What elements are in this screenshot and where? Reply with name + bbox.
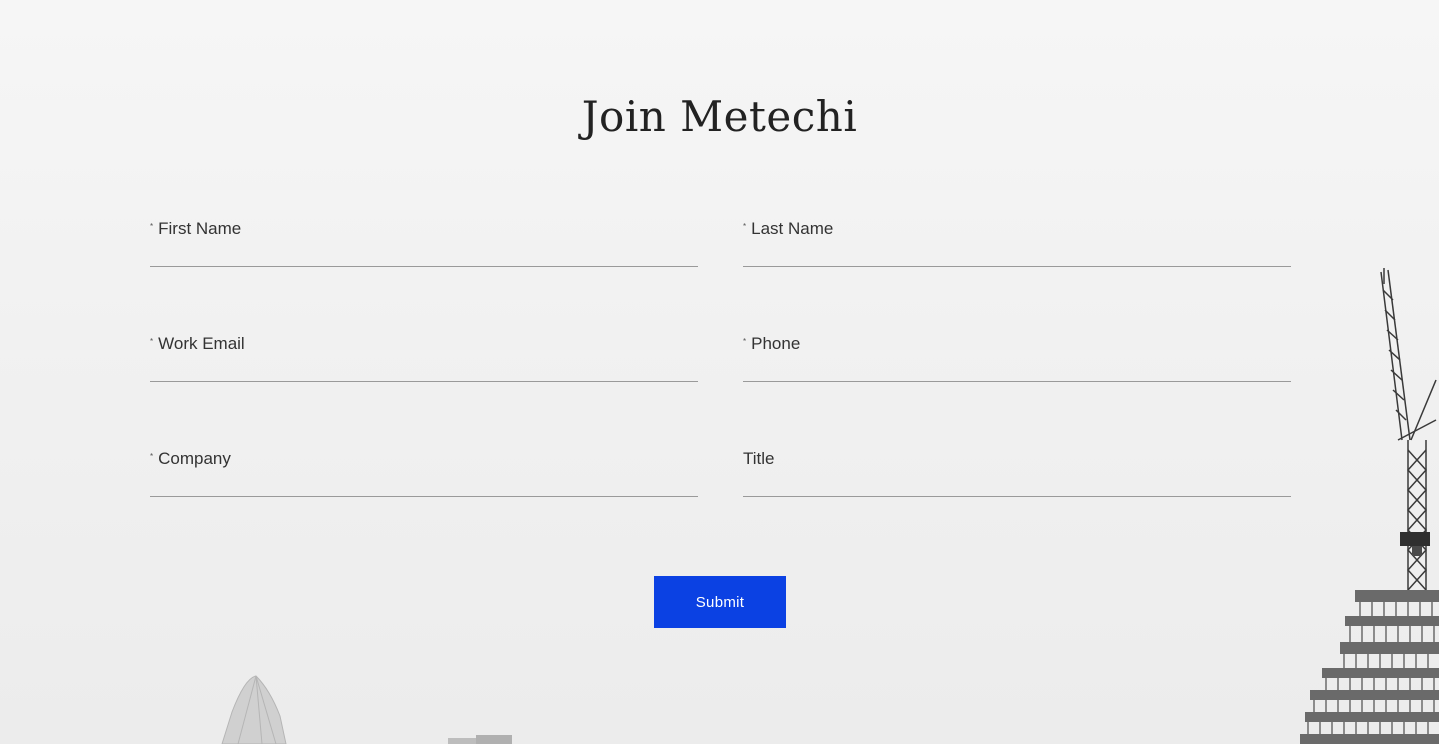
phone-field[interactable]: * Phone [743, 333, 1291, 382]
work-email-input[interactable] [150, 357, 698, 379]
required-marker: * [743, 221, 747, 231]
last-name-field[interactable]: * Last Name [743, 218, 1291, 267]
company-label: * Company [150, 448, 231, 470]
signup-form-page: Join Metechi * First Name * Last Name * … [0, 0, 1439, 744]
required-marker: * [150, 451, 154, 461]
required-marker: * [743, 336, 747, 346]
title-label: Title [743, 448, 775, 470]
first-name-label: * First Name [150, 218, 241, 240]
form-title: Join Metechi [581, 92, 858, 141]
phone-label-text: Phone [751, 334, 801, 353]
first-name-label-text: First Name [158, 219, 242, 238]
title-label-text: Title [743, 449, 775, 468]
submit-button[interactable]: Submit [654, 576, 786, 628]
company-label-text: Company [158, 449, 231, 468]
title-field[interactable]: Title [743, 448, 1291, 497]
first-name-input[interactable] [150, 242, 698, 264]
last-name-label-text: Last Name [751, 219, 834, 238]
company-field[interactable]: * Company [150, 448, 698, 497]
phone-input[interactable] [743, 357, 1291, 379]
first-name-field[interactable]: * First Name [150, 218, 698, 267]
company-input[interactable] [150, 472, 698, 494]
work-email-field[interactable]: * Work Email [150, 333, 698, 382]
title-input[interactable] [743, 472, 1291, 494]
required-marker: * [150, 221, 154, 231]
work-email-label: * Work Email [150, 333, 245, 355]
work-email-label-text: Work Email [158, 334, 245, 353]
phone-label: * Phone [743, 333, 800, 355]
last-name-label: * Last Name [743, 218, 833, 240]
required-marker: * [150, 336, 154, 346]
last-name-input[interactable] [743, 242, 1291, 264]
